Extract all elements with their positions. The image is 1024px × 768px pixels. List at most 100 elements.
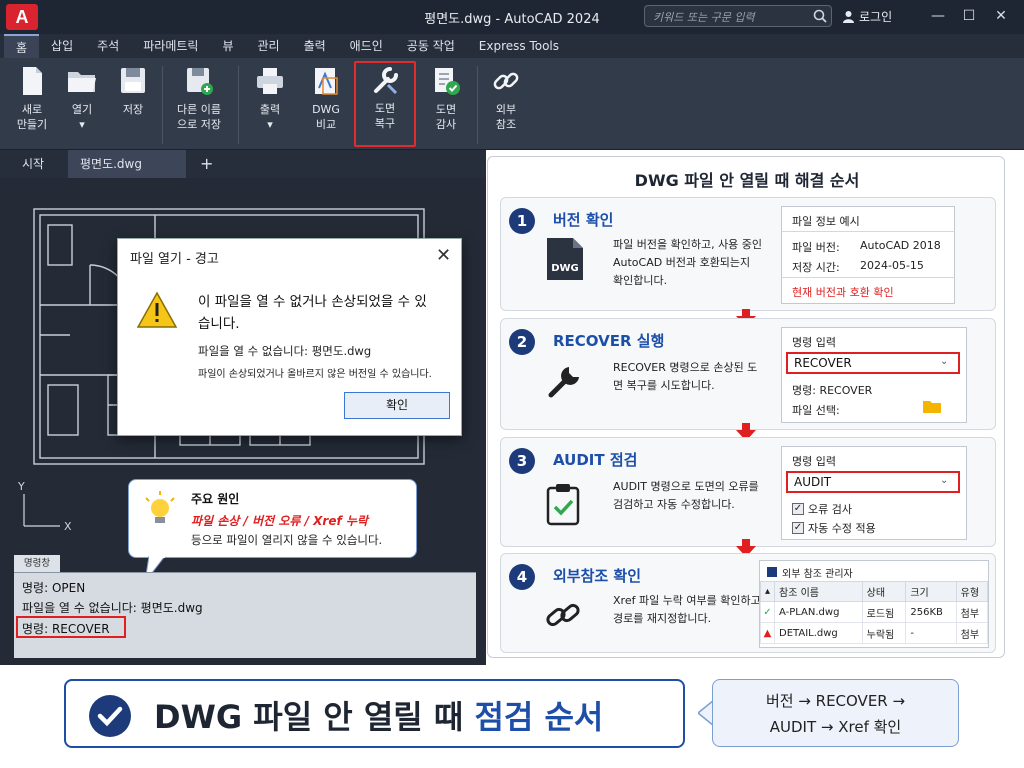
chain-link-icon	[546, 603, 580, 627]
compat-status: 현재 버전과 호환 확인	[792, 286, 894, 299]
table-cell: 첨부	[955, 601, 989, 623]
dialog-detail-1: 파일을 열 수 없습니다: 평면도.dwg	[198, 344, 372, 358]
cause-title: 주요 원인	[191, 492, 240, 506]
file-version-label: 파일 버전:	[792, 241, 840, 254]
printer-icon	[257, 68, 283, 94]
recover-button[interactable]: 도면 복구	[354, 61, 416, 147]
svg-text:DWG: DWG	[551, 263, 579, 274]
command-history[interactable]: 명령: OPEN 파일을 열 수 없습니다: 평면도.dwg 명령: RECOV…	[14, 572, 476, 658]
step-description: Xref 파일 누락 여부를 확인하고 경로를 재지정합니다.	[613, 594, 761, 625]
tab-express-tools[interactable]: Express Tools	[467, 34, 571, 58]
command-window-tab[interactable]: 명령창	[14, 555, 60, 572]
close-button[interactable]: ✕	[991, 6, 1011, 26]
step-number: 1	[509, 208, 535, 234]
table-cell: 256KB	[905, 601, 957, 623]
summary-line-2: AUDIT → Xref 확인	[769, 718, 902, 736]
audit-check-icon	[435, 68, 460, 95]
tab-view[interactable]: 뷰	[210, 34, 245, 58]
table-cell: -	[905, 622, 957, 644]
chevron-down-icon[interactable]: ⌄	[940, 356, 948, 367]
open-file-warning-dialog: 파일 열기 - 경고 ✕ 이 파일을 열 수 없거나 손상되었을 수 있습니다.…	[117, 238, 462, 436]
tab-manage[interactable]: 관리	[245, 34, 291, 58]
cause-list: 파일 손상 / 버전 오류 / Xref 누락	[191, 514, 368, 528]
step-title: 외부참조 확인	[553, 567, 642, 585]
xref-manager-panel: 외부 참조 관리자 ▴ 참조 이름 상태 크기 유형 ✓ A-PLAN.dwg …	[759, 560, 989, 648]
save-time-label: 저장 시간:	[792, 261, 840, 274]
add-tab-button[interactable]: +	[188, 150, 225, 178]
login-button[interactable]: 로그인	[842, 8, 892, 25]
command-input-panel: 명령 입력 RECOVER ⌄ 명령: RECOVER 파일 선택:	[781, 327, 967, 423]
table-cell: DETAIL.dwg	[774, 622, 863, 644]
summary-line-1: 버전 → RECOVER →	[765, 692, 906, 710]
table-row[interactable]: ▲ DETAIL.dwg 누락됨 - 첨부	[760, 622, 989, 644]
save-button[interactable]: 저장	[107, 64, 159, 146]
ribbon-panel: 새로 만들기 열기 ▾ 저장 다른 이름 으로 저장 출력 ▾ DWG 비교 도면 복구 도…	[0, 58, 1024, 150]
command-line-1: 명령: OPEN	[22, 581, 86, 595]
audit-button[interactable]: 도면 감사	[420, 64, 472, 146]
axis-x-label: X	[64, 520, 72, 533]
xref-manager-icon	[767, 567, 777, 577]
audit-command-field[interactable]: AUDIT ⌄	[786, 471, 960, 493]
checkbox-checked-icon[interactable]: ✓	[792, 503, 804, 515]
axis-y-label: Y	[17, 480, 25, 493]
search-input[interactable]: 키워드 또는 구문 입력	[644, 5, 832, 27]
file-select-prompt: 파일 선택:	[792, 404, 840, 417]
recover-command-field[interactable]: RECOVER ⌄	[786, 352, 960, 374]
cause-note: 등으로 파일이 열리지 않을 수 있습니다.	[191, 533, 383, 547]
ribbon-tab-bar: 홈 삽입 주석 파라메트릭 뷰 관리 출력 애드인 공동 작업 Express …	[0, 34, 1024, 58]
new-file-icon	[23, 67, 42, 95]
folder-icon[interactable]	[922, 398, 942, 414]
tab-floorplan[interactable]: 평면도.dwg ×	[68, 150, 186, 199]
tab-home[interactable]: 홈	[4, 34, 40, 58]
ucs-axis-icon: Y X	[17, 480, 72, 533]
print-button[interactable]: 출력 ▾	[244, 64, 296, 146]
step-title: AUDIT 점검	[553, 451, 638, 469]
ribbon-separator	[477, 66, 478, 144]
error-check-option[interactable]: ✓ 오류 검사	[792, 501, 852, 517]
step-description: 파일 버전을 확인하고, 사용 중인 AutoCAD 버전과 호환되는지 확인합…	[613, 238, 763, 287]
dialog-close-icon[interactable]: ✕	[436, 245, 451, 266]
step-2-card: 2 RECOVER 실행 RECOVER 명령으로 손상된 도면 복구를 시도합…	[500, 318, 996, 430]
table-cell: 로드됨	[861, 601, 907, 623]
tab-collaborate[interactable]: 공동 작업	[395, 34, 467, 58]
panel-title: 파일 정보 예시	[792, 215, 860, 228]
chevron-down-icon[interactable]: ⌄	[940, 475, 948, 486]
tab-start[interactable]: 시작	[10, 150, 56, 178]
table-row[interactable]: ✓ A-PLAN.dwg 로드됨 256KB 첨부	[760, 601, 989, 623]
table-cell: 첨부	[955, 622, 989, 644]
dwg-compare-button[interactable]: DWG 비교	[300, 64, 352, 146]
step-number: 3	[509, 448, 535, 474]
save-as-button[interactable]: 다른 이름 으로 저장	[168, 64, 230, 146]
tab-annotate[interactable]: 주석	[85, 34, 131, 58]
step-3-card: 3 AUDIT 점검 AUDIT 명령으로 도면의 오류를 검검하고 자동 수정…	[500, 437, 996, 547]
auto-fix-option[interactable]: ✓ 자동 수정 적용	[792, 520, 876, 536]
minimize-button[interactable]: —	[928, 6, 948, 26]
xref-table: ▴ 참조 이름 상태 크기 유형 ✓ A-PLAN.dwg 로드됨 256KB …	[760, 581, 989, 644]
maximize-button[interactable]: ☐	[959, 6, 979, 26]
tab-addins[interactable]: 애드인	[338, 34, 395, 58]
step-description: RECOVER 명령으로 손상된 도면 복구를 시도합니다.	[613, 361, 758, 392]
ribbon-separator	[238, 66, 239, 144]
troubleshooting-guide: DWG 파일 안 열릴 때 해결 순서 1 버전 확인 DWG 파일 버전을 확…	[487, 156, 1005, 658]
title-bar: A 평면도.dwg - AutoCAD 2024 키워드 또는 구문 입력 로그…	[0, 0, 1024, 34]
panel-title: 명령 입력	[792, 336, 836, 349]
tab-output[interactable]: 출력	[292, 34, 338, 58]
ok-button[interactable]: 확인	[344, 392, 450, 419]
sort-icon[interactable]: ▴	[760, 581, 775, 602]
open-button[interactable]: 열기 ▾	[56, 64, 108, 146]
dwg-file-icon: DWG	[547, 238, 583, 280]
save-disk-icon	[121, 68, 145, 93]
tab-insert[interactable]: 삽입	[39, 34, 85, 58]
column-header[interactable]: 유형	[955, 581, 989, 602]
tab-parametric[interactable]: 파라메트릭	[131, 34, 210, 58]
lightbulb-icon	[145, 491, 175, 523]
xref-button[interactable]: 외부 참조	[480, 64, 532, 146]
open-folder-icon	[68, 72, 96, 92]
column-header[interactable]: 참조 이름	[774, 581, 863, 602]
new-button[interactable]: 새로 만들기	[6, 64, 58, 146]
audit-input-panel: 명령 입력 AUDIT ⌄ ✓ 오류 검사 ✓ 자동 수정 적용	[781, 446, 967, 540]
checkbox-checked-icon[interactable]: ✓	[792, 522, 804, 534]
column-header[interactable]: 상태	[861, 581, 907, 602]
column-header[interactable]: 크기	[905, 581, 957, 602]
search-icon[interactable]	[812, 8, 828, 24]
